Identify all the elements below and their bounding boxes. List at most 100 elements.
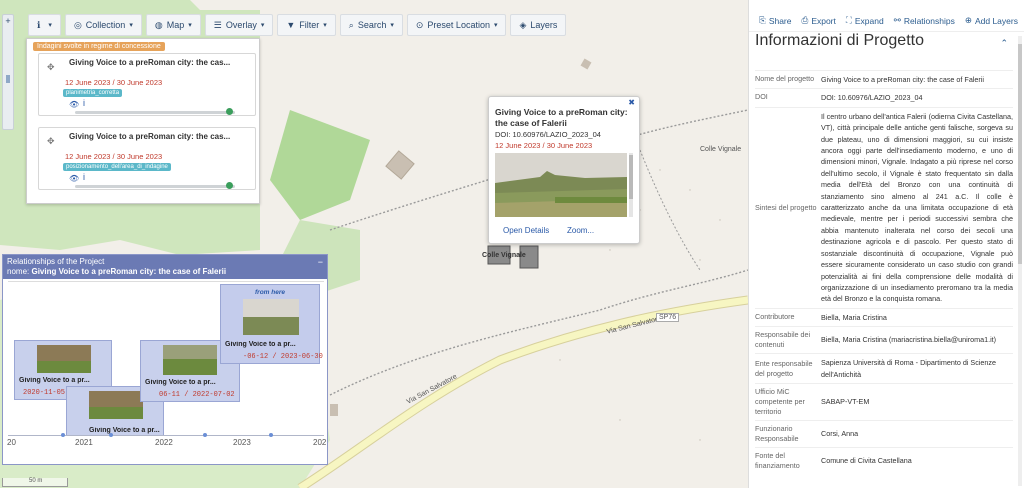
layers-panel: Indagini svolte in regime di concessione…: [26, 38, 260, 204]
name-prefix: nome:: [7, 267, 30, 276]
share-button[interactable]: ⎘ Share: [759, 15, 792, 26]
detail-row: Ufficio MiC competente per territorio SAB…: [755, 382, 1013, 420]
minimize-icon[interactable]: −: [318, 257, 323, 267]
opacity-slider[interactable]: [75, 108, 235, 115]
timeline-marker: [61, 433, 65, 437]
info-icon[interactable]: i: [83, 172, 85, 182]
filter-button[interactable]: ▼ Filter ▾: [277, 14, 336, 36]
info-icon: ℹ: [37, 19, 41, 30]
from-here-label: from here: [255, 289, 285, 296]
detail-value: Sapienza Università di Roma - Dipartimen…: [821, 358, 996, 379]
eye-icon[interactable]: 👁: [69, 100, 79, 109]
zoom-slider-handle[interactable]: [6, 75, 10, 83]
card-thumbnail: [37, 345, 91, 373]
expand-button[interactable]: ⛶ Expand: [846, 15, 884, 26]
timeline-tick: 20: [7, 438, 16, 447]
timeline-tick: 2023: [233, 438, 251, 447]
filter-icon: ▼: [286, 20, 296, 30]
overlay-label: Overlay: [225, 20, 257, 30]
share-label: Share: [768, 15, 792, 26]
expand-icon: ⛶: [845, 15, 852, 25]
detail-key: DOI: [755, 92, 768, 102]
detail-value: Biella, Maria Cristina: [821, 312, 887, 322]
info-icon[interactable]: i: [83, 98, 85, 108]
overlay-button[interactable]: ☰ Overlay ▾: [204, 14, 274, 36]
detail-row: Contributore Biella, Maria Cristina: [755, 307, 1013, 326]
layer-dates: 12 June 2023 / 30 June 2023: [65, 78, 163, 87]
relationships-label: Relationships: [903, 15, 955, 26]
export-icon: ⎙: [801, 15, 809, 25]
card-title: Giving Voice to a pr...: [145, 379, 216, 386]
relationships-icon: ⚯: [893, 15, 901, 25]
timeline-canvas[interactable]: Giving Voice to a pr... 2020-11-05 / 202…: [8, 281, 324, 439]
list-icon: ☰: [213, 19, 222, 30]
slider-knob[interactable]: [226, 182, 233, 189]
detail-key: Funzionario Responsabile: [755, 423, 799, 443]
card-dates: -06-12 / 2023-06-30: [243, 353, 323, 361]
road-shield: SP76: [656, 313, 680, 322]
collection-label: Collection: [85, 20, 126, 30]
add-layers-button[interactable]: ⊕ Add Layers: [965, 15, 1018, 26]
search-icon: ⌕: [348, 19, 354, 30]
detail-row: DOI DOI: 10.60976/LAZIO_2023_04: [755, 88, 1013, 106]
card-title: Giving Voice to a pr...: [225, 341, 296, 348]
popup-doi: DOI: 10.60976/LAZIO_2023_04: [495, 130, 601, 139]
move-handle-icon[interactable]: ✥: [47, 62, 55, 73]
zoom-link[interactable]: Zoom...: [567, 226, 594, 235]
export-label: Export: [811, 15, 836, 26]
open-details-link[interactable]: Open Details: [503, 226, 549, 235]
detail-row: Fonte del finanziamento Comune di Civita …: [755, 446, 1013, 474]
timeline-card-current[interactable]: from here Giving Voice to a pr... -06-12…: [220, 284, 323, 364]
panel-scrollbar[interactable]: [1018, 36, 1022, 486]
site-label[interactable]: Colle Vignale: [482, 252, 526, 259]
panel-title: Informazioni di Progetto: [755, 32, 924, 49]
detail-value: Corsi, Anna: [821, 429, 859, 439]
timeline-marker: [203, 433, 207, 437]
feature-popup: ✖ Giving Voice to a preRoman city: the c…: [488, 96, 640, 244]
export-button[interactable]: ⎙ Export: [802, 15, 836, 26]
card-thumbnail: [89, 391, 143, 419]
info-button[interactable]: ℹ ▾: [28, 14, 61, 36]
relationships-button[interactable]: ⚯ Relationships: [894, 15, 955, 26]
add-layers-icon: ⊕: [964, 15, 972, 25]
preset-location-button[interactable]: ⊙ Preset Location ▾: [406, 14, 507, 36]
opacity-slider[interactable]: [75, 182, 235, 189]
close-icon[interactable]: ✖: [628, 98, 635, 107]
caret-down-icon: ▾: [48, 22, 52, 29]
landscape-photo: [495, 153, 627, 217]
caret-down-icon: ▾: [390, 22, 394, 29]
layer-title: Giving Voice to a preRoman city: the cas…: [69, 58, 231, 67]
detail-row: Funzionario Responsabile Corsi, Anna: [755, 419, 1013, 447]
detail-key: Ente responsabile del progetto: [755, 358, 813, 378]
layer-card: ✥ Giving Voice to a preRoman city: the c…: [38, 127, 256, 190]
map-button[interactable]: ◍ Map ▾: [145, 14, 201, 36]
popup-dates: 12 June 2023 / 30 June 2023: [495, 141, 593, 150]
collapse-icon[interactable]: ⌃: [1000, 38, 1008, 49]
detail-value: Giving Voice to a preRoman city: the cas…: [821, 75, 984, 84]
search-label: Search: [357, 20, 387, 30]
detail-key: Contributore: [755, 311, 795, 321]
slider-knob[interactable]: [226, 108, 233, 115]
collection-button[interactable]: ◎ Collection ▾: [64, 14, 142, 36]
detail-row: Sintesi del progetto Il centro urbano del…: [755, 106, 1013, 308]
preset-location-label: Preset Location: [427, 20, 490, 30]
eye-icon[interactable]: 👁: [69, 174, 79, 183]
caret-down-icon: ▾: [129, 22, 133, 29]
timeline-marker: [269, 433, 273, 437]
caret-down-icon: ▾: [188, 22, 192, 29]
detail-key: Nome del progetto: [755, 74, 815, 83]
panel-toolbar: ⎘ Share ⎙ Export ⛶ Expand ⚯ Relationships ⊕ A…: [749, 10, 1024, 32]
detail-value: Il centro urbano dell'antica Falerii (od…: [821, 111, 1013, 304]
popup-scrollbar[interactable]: [629, 153, 633, 217]
layers-button[interactable]: ◈ Layers: [510, 14, 567, 36]
layers-icon: ◈: [519, 19, 527, 30]
timeline-tick: 2022: [155, 438, 173, 447]
zoom-control[interactable]: +: [2, 14, 14, 130]
detail-key: Responsabile dei contenuti: [755, 330, 811, 350]
map-view[interactable]: Colle Vignale Via San Salvatore Via San …: [0, 0, 748, 488]
globe-icon: ◍: [154, 19, 163, 30]
move-handle-icon[interactable]: ✥: [47, 136, 55, 147]
add-layers-label: Add Layers: [974, 15, 1018, 26]
search-button[interactable]: ⌕ Search ▾: [339, 14, 403, 36]
zoom-in-button[interactable]: +: [3, 15, 13, 27]
